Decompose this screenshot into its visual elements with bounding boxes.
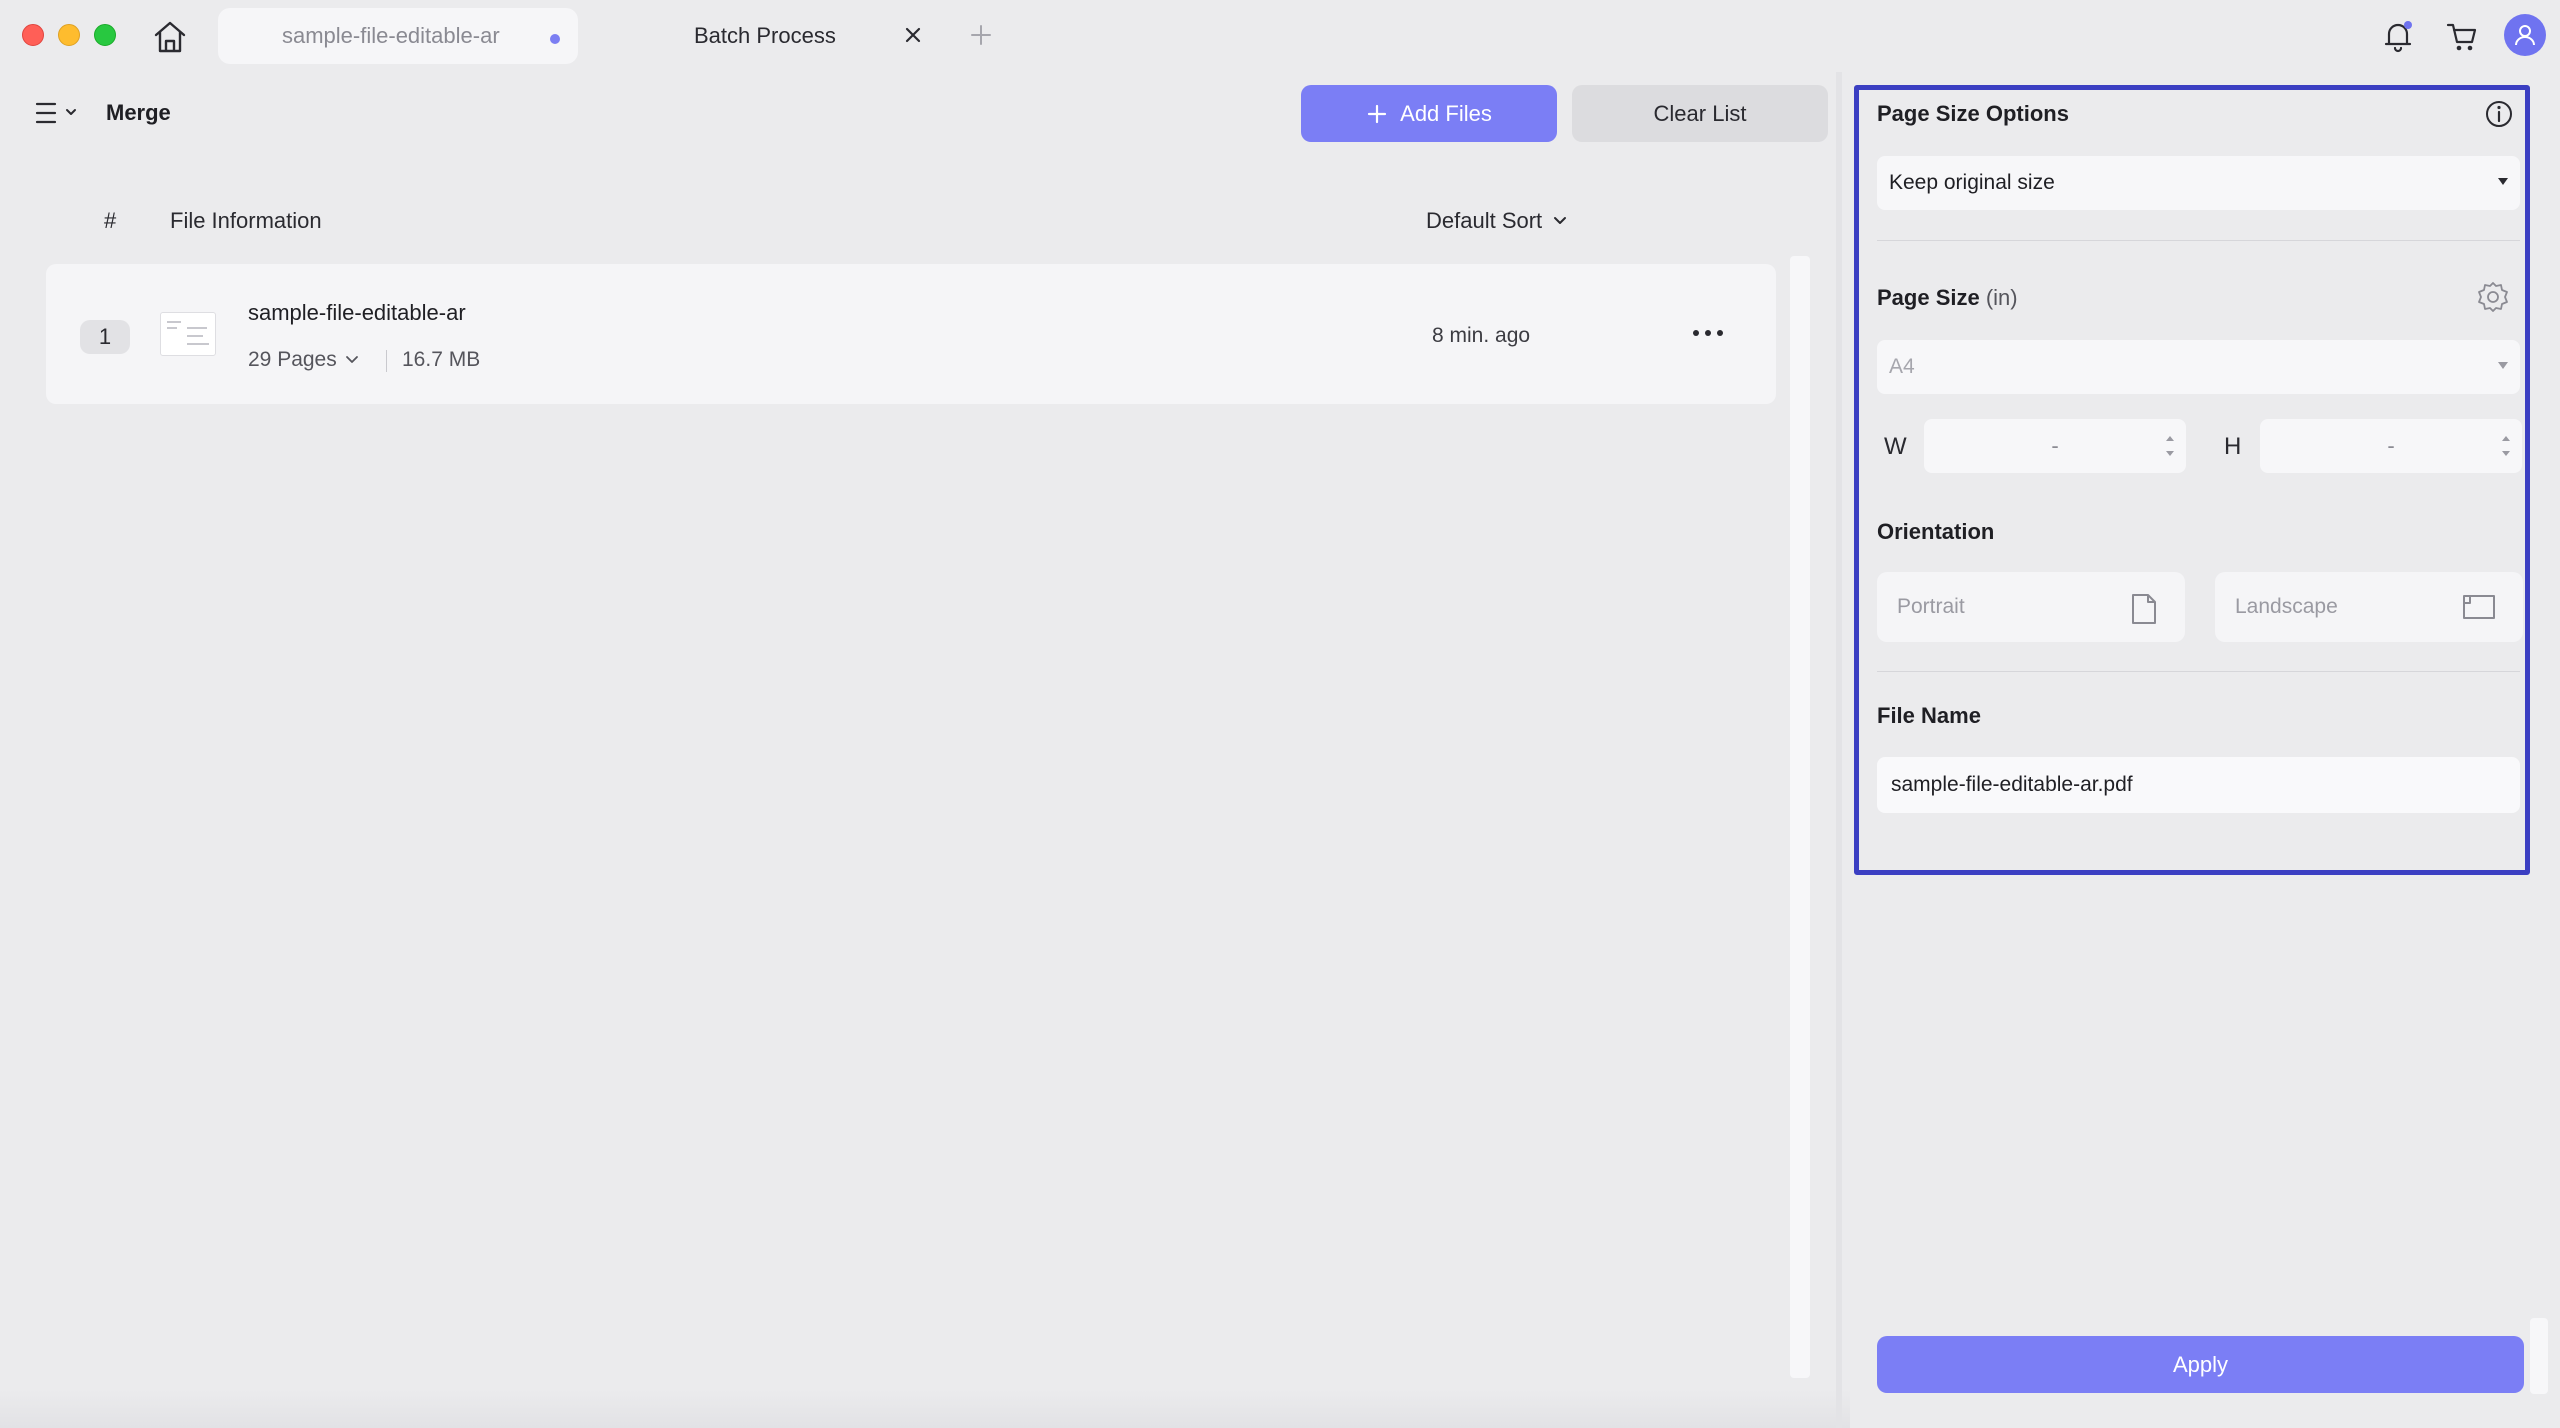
clear-list-button[interactable]: Clear List [1572, 85, 1828, 142]
tab-document[interactable]: sample-file-editable-ar [218, 8, 578, 64]
add-files-label: Add Files [1400, 100, 1492, 126]
close-icon[interactable] [900, 22, 926, 48]
page-title: Merge [106, 100, 171, 125]
highlight-frame [1854, 85, 2530, 875]
apply-button[interactable]: Apply [1877, 1336, 2524, 1393]
column-header-file-information: File Information [170, 208, 322, 233]
maximize-window-button[interactable] [94, 24, 116, 46]
home-icon[interactable] [150, 18, 190, 56]
file-size: 16.7 MB [402, 348, 481, 371]
user-icon[interactable] [2504, 14, 2546, 56]
settings-scrollbar[interactable] [2530, 1318, 2548, 1394]
chevron-down-icon [345, 356, 358, 363]
tab-batch-process-label: Batch Process [694, 23, 836, 48]
apply-label: Apply [2172, 1351, 2229, 1377]
file-name: sample-file-editable-ar [248, 300, 466, 325]
file-list-scrollbar[interactable] [1790, 256, 1810, 1378]
page-count-dropdown[interactable]: 29 Pages [248, 348, 359, 372]
file-list-item[interactable]: 1 sample-file-editable-ar 29 Pages 16.7 … [46, 264, 1776, 404]
page-count: 29 Pages [248, 348, 337, 371]
plus-icon[interactable] [966, 20, 996, 50]
sort-label: Default Sort [1426, 208, 1543, 233]
panel-divider [1836, 72, 1842, 1428]
divider [386, 350, 387, 372]
unsaved-indicator [550, 34, 560, 44]
more-icon[interactable] [1686, 318, 1730, 348]
tab-batch-process[interactable]: Batch Process [596, 8, 946, 64]
minimize-window-button[interactable] [58, 24, 80, 46]
title-bar: sample-file-editable-ar Batch Process [0, 0, 2560, 72]
tab-document-label: sample-file-editable-ar [282, 23, 500, 48]
file-modified-time: 8 min. ago [1432, 324, 1531, 347]
clear-list-label: Clear List [1653, 100, 1747, 126]
plus-icon [1368, 104, 1387, 123]
file-thumbnail [160, 312, 216, 356]
file-index: 1 [80, 320, 130, 354]
column-header-index: # [104, 208, 117, 233]
menu-icon[interactable] [34, 98, 84, 128]
cart-icon[interactable] [2442, 16, 2482, 56]
add-files-button[interactable]: Add Files [1301, 85, 1557, 142]
bottom-edge [0, 1390, 1850, 1428]
bell-icon[interactable] [2378, 16, 2418, 56]
chevron-down-icon [1554, 217, 1567, 224]
sort-dropdown[interactable]: Default Sort [1426, 208, 1568, 234]
close-window-button[interactable] [22, 24, 44, 46]
